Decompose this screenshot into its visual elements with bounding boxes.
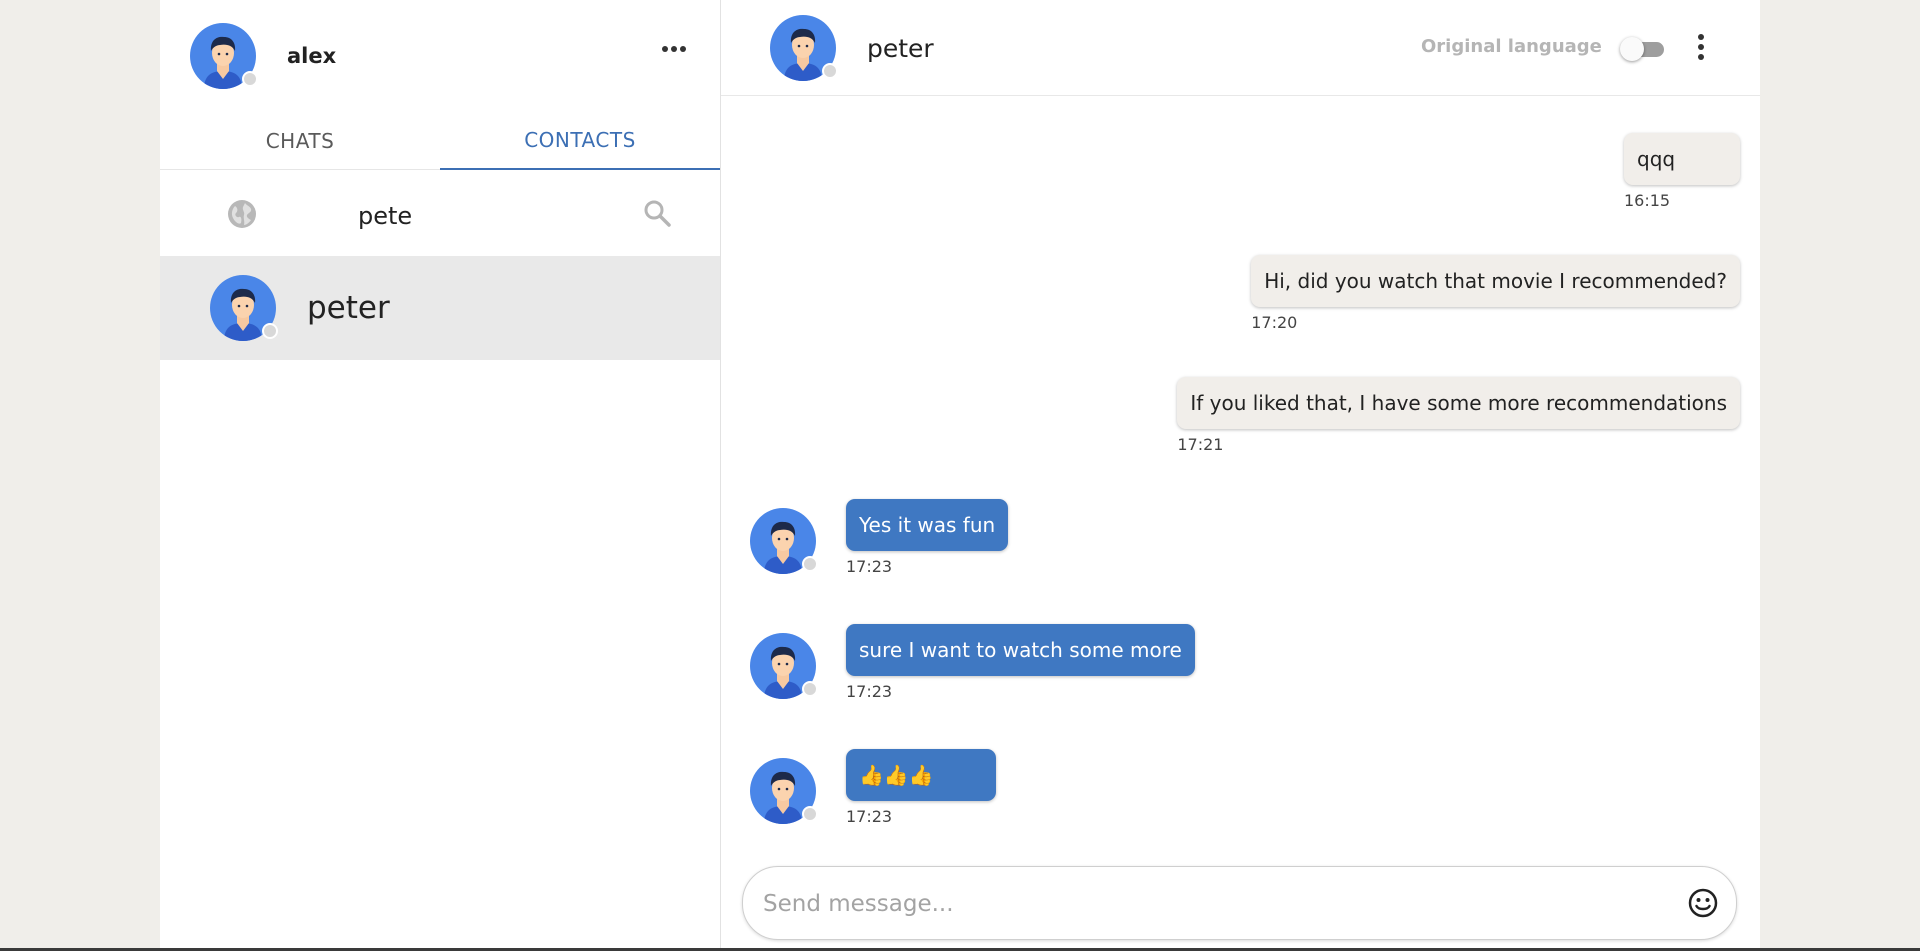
more-vertical-icon bbox=[1698, 34, 1704, 40]
message-time: 17:23 bbox=[846, 807, 893, 826]
message-input[interactable] bbox=[761, 883, 1665, 925]
avatar[interactable] bbox=[750, 508, 818, 574]
status-dot bbox=[802, 556, 818, 572]
dot bbox=[671, 46, 677, 52]
chat-menu-button[interactable] bbox=[1698, 34, 1704, 60]
status-dot bbox=[822, 63, 838, 79]
message-list: qqq 16:15 Hi, did you watch that movie I… bbox=[721, 96, 1760, 856]
message-outgoing: If you liked that, I have some more reco… bbox=[1177, 377, 1740, 454]
chat-peer-name: peter bbox=[867, 33, 934, 63]
sidebar: alex CHATS CONTACTS pete peter bbox=[160, 0, 721, 951]
chat-peer[interactable]: peter bbox=[770, 15, 934, 81]
search-input[interactable] bbox=[358, 198, 618, 234]
message-time: 16:15 bbox=[1624, 191, 1671, 210]
avatar[interactable] bbox=[750, 633, 818, 699]
current-user: alex bbox=[190, 23, 336, 89]
avatar[interactable] bbox=[750, 758, 818, 824]
original-language-toggle[interactable] bbox=[1620, 37, 1664, 61]
message-outgoing: qqq 16:15 bbox=[1624, 133, 1740, 210]
more-horizontal-icon bbox=[662, 46, 668, 52]
search-icon[interactable] bbox=[642, 198, 672, 232]
message-bubble[interactable]: Hi, did you watch that movie I recommend… bbox=[1251, 255, 1740, 307]
dot bbox=[680, 46, 686, 52]
message-incoming: sure I want to watch some more 17:23 bbox=[750, 624, 1195, 701]
contact-name: peter bbox=[307, 290, 390, 326]
chat-app: alex CHATS CONTACTS pete peter peter Ori… bbox=[160, 0, 1760, 951]
more-options-button[interactable] bbox=[662, 46, 686, 52]
chat-header: peter Original language bbox=[721, 0, 1760, 96]
message-time: 17:20 bbox=[1251, 313, 1298, 332]
status-dot bbox=[802, 806, 818, 822]
tabs: CHATS CONTACTS bbox=[160, 112, 720, 170]
globe-icon[interactable] bbox=[226, 198, 258, 234]
toggle-knob bbox=[1620, 37, 1644, 61]
search-bar bbox=[180, 184, 700, 257]
emoji-icon[interactable] bbox=[1687, 887, 1719, 923]
dot bbox=[1698, 54, 1704, 60]
message-incoming: Yes it was fun 17:23 bbox=[750, 499, 1009, 576]
message-time: 17:23 bbox=[846, 557, 893, 576]
message-bubble[interactable]: 👍👍👍 bbox=[846, 749, 996, 801]
original-language-label: Original language bbox=[1421, 36, 1602, 57]
message-bubble[interactable]: sure I want to watch some more bbox=[846, 624, 1195, 676]
message-outgoing: Hi, did you watch that movie I recommend… bbox=[1251, 255, 1740, 332]
chat-panel: peter Original language qqq 16:15 Hi, di… bbox=[721, 0, 1760, 951]
status-dot bbox=[262, 323, 278, 339]
message-bubble[interactable]: If you liked that, I have some more reco… bbox=[1177, 377, 1740, 429]
dot bbox=[1698, 44, 1704, 50]
tab-chats[interactable]: CHATS bbox=[160, 112, 440, 170]
status-dot bbox=[242, 71, 258, 87]
message-composer bbox=[742, 866, 1737, 940]
message-incoming: 👍👍👍 17:23 bbox=[750, 749, 996, 826]
current-user-name: alex bbox=[287, 44, 337, 68]
message-bubble[interactable]: qqq bbox=[1624, 133, 1740, 185]
avatar bbox=[210, 275, 278, 341]
tab-contacts[interactable]: CONTACTS bbox=[440, 112, 720, 170]
message-time: 17:21 bbox=[1177, 435, 1224, 454]
list-item[interactable]: peter bbox=[160, 256, 720, 360]
avatar bbox=[770, 15, 838, 81]
status-dot bbox=[802, 681, 818, 697]
avatar[interactable] bbox=[190, 23, 258, 89]
message-time: 17:23 bbox=[846, 682, 893, 701]
message-bubble[interactable]: Yes it was fun bbox=[846, 499, 1009, 551]
